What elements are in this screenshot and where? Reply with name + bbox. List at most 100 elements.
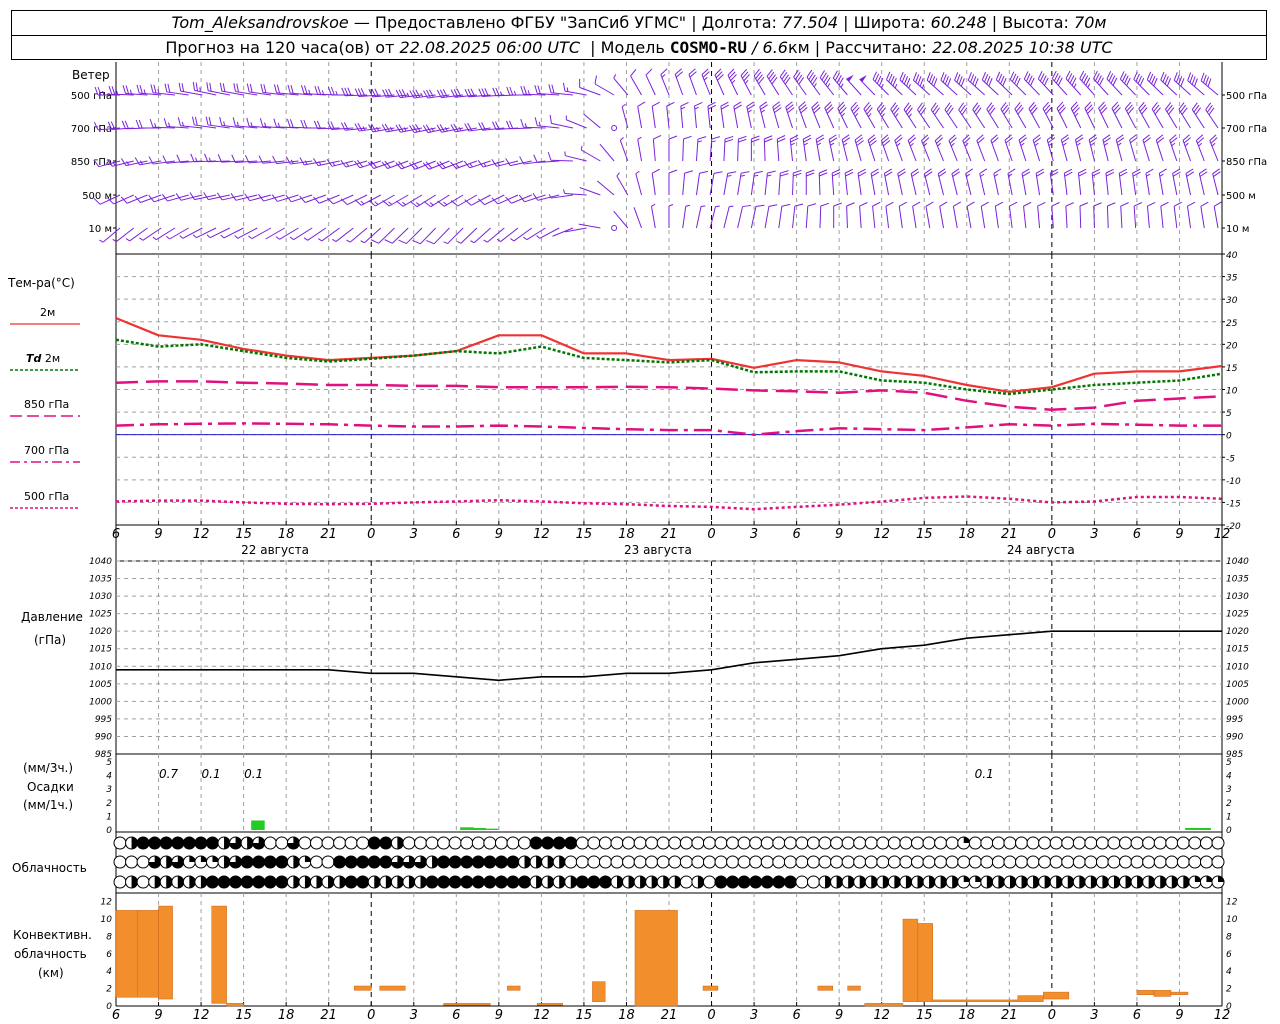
cloud-cover-symbol xyxy=(622,836,636,850)
cloud-circle-outline xyxy=(656,836,670,850)
cloud-circle-outline xyxy=(321,855,335,869)
cloud-cover-symbol xyxy=(783,836,797,850)
cloud-circle-quarter xyxy=(963,837,970,843)
wind-barb-staff xyxy=(979,173,986,196)
convective-cloud-bar xyxy=(1017,995,1044,1002)
wind-barb xyxy=(616,172,629,196)
cloud-circle-outline xyxy=(841,836,855,850)
temp-x-tick-label: 18 xyxy=(618,527,635,542)
wind-barb-staff xyxy=(789,139,794,162)
wind-barb-full xyxy=(738,138,747,143)
wind-barb-staff xyxy=(815,139,821,162)
wind-barb xyxy=(1129,134,1138,162)
precip-y-tick-label-right: 3 xyxy=(1226,785,1232,795)
cloud-circle-outline xyxy=(333,836,347,850)
wind-barb-staff xyxy=(883,173,890,196)
cloud-circle-outline xyxy=(726,855,740,869)
pressure-y-tick-label-right: 1010 xyxy=(1226,662,1249,672)
wind-barb-staff xyxy=(846,205,848,229)
wind-barb-full xyxy=(819,172,828,177)
wind-barb-full xyxy=(651,101,660,107)
cloud-cover-symbol xyxy=(506,855,520,869)
cloud-cover-symbol xyxy=(356,836,370,850)
wind-barb xyxy=(578,223,601,229)
cloud-circle-outline xyxy=(263,836,277,850)
wind-barb-staff xyxy=(578,223,601,229)
precip-bar xyxy=(484,828,499,830)
wind-barb-staff xyxy=(793,76,807,96)
cloud-cover-symbol xyxy=(1165,875,1179,889)
wind-barb-full xyxy=(191,116,195,126)
wind-barb xyxy=(701,68,711,96)
wind-barb-staff xyxy=(630,75,642,96)
cloud-circle-outline xyxy=(656,855,670,869)
wind-barb-full xyxy=(260,83,264,93)
wind-barb xyxy=(505,158,532,167)
cloud-cover-symbol xyxy=(125,855,139,869)
cloud-circle-quarter xyxy=(1206,876,1213,882)
wind-barb-full xyxy=(304,85,308,94)
wind-barb-full xyxy=(754,170,763,174)
wind-barb-half xyxy=(317,238,323,242)
wind-barb-full xyxy=(742,204,752,208)
pressure-y-tick-label-left: 1040 xyxy=(89,557,112,567)
wind-barb-full xyxy=(327,86,332,96)
conv-x-tick-label: 9 xyxy=(835,1008,843,1023)
wind-barb xyxy=(994,201,1004,229)
wind-barb-staff xyxy=(473,227,491,244)
wind-barb-full xyxy=(799,104,807,111)
wind-barb xyxy=(737,204,752,229)
wind-barb-full xyxy=(751,138,760,143)
wind-barb xyxy=(707,101,717,129)
temp-x-tick-label: 15 xyxy=(576,527,593,542)
wind-barb xyxy=(778,203,791,229)
pressure-y-tick-label-right: 1000 xyxy=(1226,697,1249,707)
wind-barb-staff xyxy=(1106,205,1109,229)
wind-barb-full xyxy=(192,81,196,91)
cloud-cover-symbol xyxy=(1211,855,1225,869)
wind-barb-half xyxy=(980,173,985,177)
wind-barb xyxy=(737,135,747,162)
cloud-cover-symbol xyxy=(622,875,636,889)
cloud-cover-symbol xyxy=(437,855,451,869)
wind-barb-full xyxy=(249,83,253,93)
wind-barb-full xyxy=(882,137,890,144)
wind-barb-full xyxy=(872,201,881,207)
cloud-circle-outline xyxy=(783,855,797,869)
cloud-cover-symbol xyxy=(564,836,578,850)
wind-barb-full xyxy=(724,138,734,143)
wind-barb-full xyxy=(724,135,734,140)
cloud-cover-symbol xyxy=(1026,836,1040,850)
cloud-cover-symbol xyxy=(333,836,347,850)
wind-barb-full xyxy=(740,68,748,76)
cloud-circle-outline xyxy=(1015,836,1029,850)
cloud-cover-symbol xyxy=(379,875,393,889)
wind-barb-half xyxy=(1198,142,1203,147)
conv-x-tick-label: 21 xyxy=(320,1008,337,1023)
cloud-cover-symbol xyxy=(379,836,393,850)
wind-barb xyxy=(301,85,326,96)
wind-barb-half xyxy=(154,123,157,128)
cloud-circle-overcast xyxy=(333,856,346,868)
cloud-circle-outline xyxy=(1119,836,1133,850)
cloud-circle-overcast xyxy=(183,837,196,849)
cloud-cover-symbol xyxy=(899,875,913,889)
cloud-circle-quarter xyxy=(304,856,311,862)
wind-barb-staff xyxy=(709,206,716,229)
wind-barb-full xyxy=(939,201,948,207)
cloud-circle-overcast xyxy=(460,876,473,888)
wind-barb-half xyxy=(99,239,104,243)
precip-amount-label: 0.7 xyxy=(159,767,178,781)
wind-barb xyxy=(1186,201,1196,229)
wind-barb xyxy=(695,205,706,229)
wind-barb-full xyxy=(347,87,352,96)
wind-barb-full xyxy=(980,201,989,207)
wind-barb-staff xyxy=(948,140,958,162)
pressure-y-tick-label-left: 995 xyxy=(95,715,112,725)
wind-barb-full xyxy=(149,118,154,128)
wind-barb-full xyxy=(532,193,539,201)
cloud-cover-symbol xyxy=(622,855,636,869)
wind-barb-staff xyxy=(937,173,944,196)
wind-barb-staff xyxy=(1023,78,1040,96)
wind-barb-full xyxy=(289,119,294,128)
